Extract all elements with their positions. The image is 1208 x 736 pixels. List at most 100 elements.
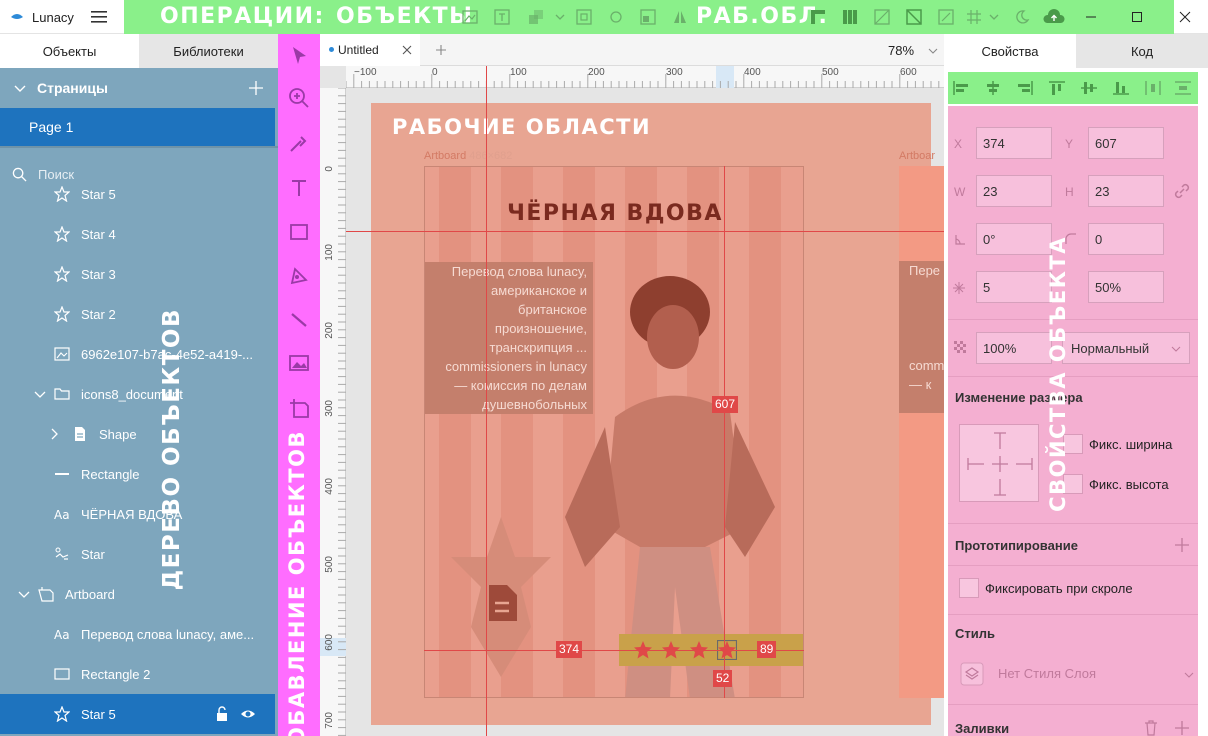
ruler-icon[interactable] bbox=[810, 9, 826, 25]
image-tool-icon[interactable] bbox=[287, 351, 311, 375]
width-field[interactable]: 23 bbox=[976, 175, 1052, 207]
x-field[interactable]: 374 bbox=[976, 127, 1052, 159]
tab-untitled[interactable]: Untitled bbox=[320, 34, 420, 66]
outline-icon[interactable] bbox=[938, 9, 954, 25]
eye-icon[interactable] bbox=[240, 706, 256, 722]
chevron-down-icon[interactable] bbox=[16, 586, 32, 602]
tree-item[interactable]: Artboard bbox=[0, 574, 278, 614]
close-tab-icon[interactable] bbox=[402, 45, 412, 55]
distribute-v-icon[interactable] bbox=[1174, 80, 1192, 96]
canvas-area[interactable]: Untitled 78% −100 0 100 200 300 400 500 600 0 10… bbox=[320, 34, 944, 736]
rotate-icon[interactable] bbox=[608, 9, 624, 25]
artboard-2-label[interactable]: Artboar bbox=[899, 150, 935, 162]
panel-splitter[interactable] bbox=[0, 146, 278, 148]
star-shape[interactable] bbox=[451, 517, 551, 677]
artboard-frame[interactable]: Перевод слова lunacy, американское и брита… bbox=[424, 166, 804, 698]
align-center-h-icon[interactable] bbox=[984, 80, 1002, 96]
combine-icon[interactable] bbox=[528, 9, 544, 25]
tree-item[interactable]: icons8_document bbox=[0, 374, 278, 414]
corner-radius-field[interactable]: 0 bbox=[1088, 223, 1164, 255]
cloud-upload-icon[interactable] bbox=[1042, 9, 1066, 25]
workspace-annotation: РАБ.ОБЛ. bbox=[696, 4, 829, 29]
pages-header[interactable]: Страницы bbox=[0, 68, 278, 108]
chevron-down-icon[interactable] bbox=[32, 386, 48, 402]
star-ratio-field[interactable]: 50% bbox=[1088, 271, 1164, 303]
maximize-button[interactable] bbox=[1114, 0, 1160, 34]
align-middle-v-icon[interactable] bbox=[1080, 80, 1098, 96]
distribute-h-icon[interactable] bbox=[1144, 80, 1162, 96]
minimize-button[interactable] bbox=[1068, 0, 1114, 34]
close-window-button[interactable] bbox=[1162, 0, 1208, 34]
snap-icon[interactable] bbox=[906, 9, 922, 25]
star-points-field[interactable]: 5 bbox=[976, 271, 1052, 303]
pen-tool-icon[interactable] bbox=[287, 264, 311, 288]
tree-item[interactable]: Rectangle 2 bbox=[0, 654, 278, 694]
opacity-field[interactable]: 100% bbox=[976, 332, 1052, 364]
tree-item[interactable]: Star 3 bbox=[0, 254, 278, 294]
align-right-icon[interactable] bbox=[1016, 80, 1034, 96]
resize-constraints-widget[interactable] bbox=[959, 424, 1039, 502]
ruler-h-label: 300 bbox=[666, 67, 683, 78]
hamburger-menu-icon[interactable] bbox=[90, 9, 108, 25]
add-fill-icon[interactable] bbox=[1174, 720, 1190, 736]
tree-item[interactable]: 6962e107-b7ac-4e52-a419-... bbox=[0, 334, 278, 374]
mask-icon[interactable] bbox=[640, 9, 656, 25]
page-item-page-1[interactable]: Page 1 bbox=[0, 108, 275, 146]
align-bottom-icon[interactable] bbox=[1112, 80, 1130, 96]
tree-item[interactable]: Aa ЧЁРНАЯ ВДОВА bbox=[0, 494, 278, 534]
fix-on-scroll-checkbox[interactable] bbox=[959, 578, 979, 598]
grid-icon[interactable] bbox=[966, 9, 982, 25]
paragraph-text[interactable]: Перевод слова lunacy, американское и брита… bbox=[425, 262, 587, 414]
text-tool-icon[interactable] bbox=[287, 176, 311, 200]
zoom-level[interactable]: 78% bbox=[888, 43, 914, 58]
align-top-icon[interactable] bbox=[1048, 80, 1066, 96]
layout-grid-icon[interactable] bbox=[842, 9, 858, 25]
tree-item[interactable]: Star bbox=[0, 534, 278, 574]
add-prototyping-icon[interactable] bbox=[1174, 537, 1190, 553]
tab-libraries[interactable]: Библиотеки bbox=[139, 34, 278, 68]
tree-item[interactable]: Star 2 bbox=[0, 294, 278, 334]
tree-item[interactable]: Aa Перевод слова lunacy, аме... bbox=[0, 614, 278, 654]
moon-icon[interactable] bbox=[1014, 9, 1030, 25]
select-tool-icon[interactable] bbox=[287, 44, 311, 68]
tree-item[interactable]: Rectangle bbox=[0, 454, 278, 494]
picture-frame-icon[interactable] bbox=[462, 9, 478, 25]
tree-item-label: Rectangle 2 bbox=[81, 667, 151, 682]
artboard-tool-icon[interactable] bbox=[287, 396, 311, 420]
link-proportions-icon[interactable] bbox=[1173, 182, 1191, 200]
rotation-field[interactable]: 0° bbox=[976, 223, 1052, 255]
pipette-tool-icon[interactable] bbox=[287, 131, 311, 155]
add-tab-icon[interactable] bbox=[435, 44, 447, 56]
y-field[interactable]: 607 bbox=[1088, 127, 1164, 159]
text-frame-icon[interactable] bbox=[494, 9, 510, 25]
lock-icon[interactable] bbox=[214, 706, 230, 722]
tab-properties[interactable]: Свойства bbox=[944, 34, 1076, 68]
guide-vertical[interactable] bbox=[486, 66, 487, 736]
rectangle-tool-icon[interactable] bbox=[287, 220, 311, 244]
flip-icon[interactable] bbox=[672, 9, 688, 25]
artboard-2-frame[interactable]: Пере comm — к bbox=[899, 166, 944, 698]
pixel-grid-icon[interactable] bbox=[874, 9, 890, 25]
zoom-tool-icon[interactable] bbox=[287, 86, 311, 110]
guide-horizontal[interactable] bbox=[346, 231, 944, 232]
height-field[interactable]: 23 bbox=[1088, 175, 1164, 207]
tab-code[interactable]: Код bbox=[1076, 34, 1208, 68]
trash-icon[interactable] bbox=[1144, 720, 1158, 736]
layer-style-select[interactable]: Нет Стиля Слоя bbox=[958, 658, 1198, 690]
tree-item[interactable]: Shape bbox=[0, 414, 278, 454]
artboard-heading[interactable]: ЧЁРНАЯ ВДОВА bbox=[507, 201, 723, 226]
chevron-right-icon[interactable] bbox=[46, 426, 62, 442]
add-page-icon[interactable] bbox=[248, 80, 264, 96]
chevron-down-icon[interactable] bbox=[552, 9, 568, 25]
chevron-down-icon[interactable] bbox=[986, 9, 1002, 25]
group-icon[interactable] bbox=[576, 9, 592, 25]
line-tool-icon[interactable] bbox=[287, 308, 311, 332]
artboard-label[interactable]: Artboard 486×682 bbox=[424, 150, 512, 162]
chevron-down-icon[interactable] bbox=[928, 47, 938, 55]
align-left-icon[interactable] bbox=[952, 80, 970, 96]
tree-item[interactable]: Star 5 bbox=[0, 174, 278, 214]
paragraph-2-text[interactable]: Пере comm — к bbox=[909, 261, 944, 413]
tree-item[interactable]: Star 4 bbox=[0, 214, 278, 254]
tab-objects[interactable]: Объекты bbox=[0, 34, 139, 68]
tree-item[interactable]: Star 5 bbox=[0, 694, 275, 734]
